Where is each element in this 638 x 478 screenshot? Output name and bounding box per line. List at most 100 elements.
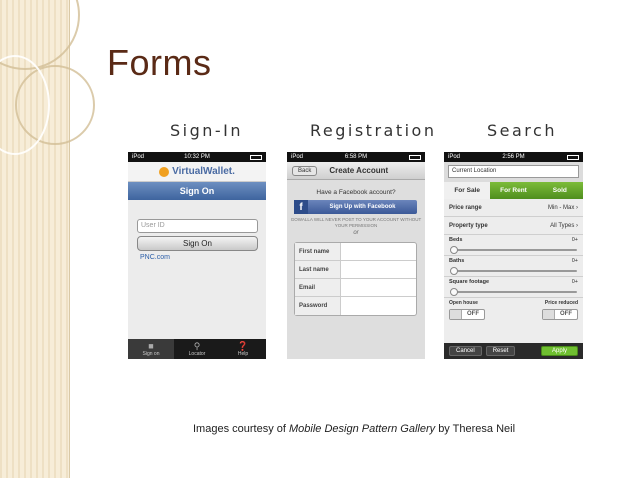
form-row-first-name: First name — [295, 243, 416, 261]
reset-button[interactable]: Reset — [485, 346, 516, 356]
nav-title: Create Account — [329, 166, 389, 175]
slider-knob[interactable] — [450, 288, 458, 296]
facebook-icon: f — [294, 200, 308, 214]
property-type-row[interactable]: Property type All Types › — [444, 217, 583, 235]
location-bar: Current Location — [444, 162, 583, 182]
toggle-row: Open house Price reduced OFF OFF — [444, 298, 583, 322]
last-name-input[interactable] — [341, 261, 416, 278]
or-divider: or — [353, 230, 359, 236]
price-reduced-toggle[interactable]: OFF — [542, 309, 578, 320]
row-label: Property type — [449, 222, 488, 229]
battery-icon — [409, 154, 421, 160]
nav-title: Sign On — [179, 186, 215, 196]
first-name-input[interactable] — [341, 243, 416, 260]
slider-value: 0+ — [571, 258, 578, 264]
carrier-label: iPod — [291, 154, 304, 160]
row-label: Price range — [449, 204, 482, 211]
row-value: Min - Max › — [547, 204, 578, 211]
segment-for-sale[interactable]: For Sale — [444, 182, 491, 199]
slider-track[interactable] — [452, 270, 577, 272]
battery-icon — [567, 154, 579, 160]
help-icon: ❓ — [237, 341, 249, 351]
status-bar: iPod 6:58 PM — [287, 152, 425, 162]
battery-icon — [249, 154, 262, 160]
clock-label: 10:32 PM — [184, 154, 210, 160]
chevron-right-icon: › — [576, 222, 578, 229]
brand-logo-icon — [159, 166, 170, 177]
slider-label: Baths — [449, 258, 465, 264]
segment-sold[interactable]: Sold — [537, 182, 583, 199]
email-input[interactable] — [341, 279, 416, 296]
user-id-input[interactable]: User ID — [137, 219, 258, 233]
search-screenshot: iPod 2:56 PM Current Location For Sale F… — [444, 152, 583, 359]
toggle-knob — [450, 310, 462, 319]
segment-for-rent[interactable]: For Rent — [490, 182, 536, 199]
tab-help[interactable]: ❓ Help — [220, 339, 266, 359]
pnc-link[interactable]: PNC.com — [140, 254, 266, 261]
section-label-signin: Sign-In — [170, 121, 244, 140]
cancel-button[interactable]: Cancel — [449, 346, 482, 356]
price-range-row[interactable]: Price range Min - Max › — [444, 199, 583, 217]
image-credit: Images courtesy of Mobile Design Pattern… — [193, 423, 515, 435]
signin-screenshot: iPod 10:32 PM VirtualWallet. Sign On Use… — [128, 152, 266, 359]
registration-form: First name Last name Email Password — [294, 242, 417, 316]
field-label: Password — [295, 297, 341, 315]
form-row-last-name: Last name — [295, 261, 416, 279]
field-label: Email — [295, 279, 341, 296]
toggle-state: OFF — [467, 311, 479, 317]
apply-button[interactable]: Apply — [540, 346, 578, 356]
carrier-label: iPod — [448, 154, 461, 160]
form-row-password: Password — [295, 297, 416, 315]
credit-suffix: by Theresa Neil — [438, 423, 516, 435]
slider-track[interactable] — [452, 249, 577, 251]
field-label: Last name — [295, 261, 341, 278]
form-row-email: Email — [295, 279, 416, 297]
facebook-button-label: Sign Up with Facebook — [329, 204, 396, 210]
status-bar: iPod 10:32 PM — [128, 152, 266, 162]
tab-label: Sign on — [142, 351, 160, 357]
magnifier-icon: ⚲ — [193, 341, 201, 351]
toggle-knob — [543, 310, 555, 319]
credit-prefix: Images courtesy of — [193, 423, 286, 435]
clock-label: 2:56 PM — [502, 154, 525, 160]
open-house-toggle[interactable]: OFF — [449, 309, 485, 320]
facebook-question: Have a Facebook account? — [316, 189, 396, 196]
password-input[interactable] — [341, 297, 416, 315]
tab-locator[interactable]: ⚲ Locator — [174, 339, 220, 359]
permission-note: GOWALLA WILL NEVER POST TO YOUR ACCOUNT … — [290, 217, 422, 228]
back-button[interactable]: Back — [292, 165, 318, 176]
location-input[interactable]: Current Location — [448, 165, 579, 178]
registration-screenshot: iPod 6:58 PM Back Create Account Have a … — [287, 152, 425, 359]
slider-track[interactable] — [452, 291, 577, 293]
section-label-registration: Registration — [310, 121, 437, 140]
tab-bar: ■ Sign on ⚲ Locator ❓ Help — [128, 339, 266, 359]
nav-bar: Sign On — [128, 182, 266, 200]
credit-source: Mobile Design Pattern Gallery — [289, 423, 436, 435]
section-label-search: Search — [487, 121, 557, 140]
slider-knob[interactable] — [450, 246, 458, 254]
nav-bar: Back Create Account — [287, 162, 425, 180]
slide-title: Forms — [107, 42, 212, 83]
square-footage-slider-row: Square footage 0+ — [444, 277, 583, 298]
brand-name: VirtualWallet. — [172, 166, 235, 177]
tab-sign-on[interactable]: ■ Sign on — [128, 339, 174, 359]
field-label: First name — [295, 243, 341, 260]
action-bar: Cancel Reset Apply — [444, 343, 583, 359]
baths-slider-row: Baths 0+ — [444, 256, 583, 277]
slider-label: Square footage — [449, 279, 490, 285]
status-bar: iPod 2:56 PM — [444, 152, 583, 162]
carrier-label: iPod — [132, 154, 145, 160]
slider-value: 0+ — [571, 279, 578, 285]
lock-icon: ■ — [148, 341, 154, 351]
sign-on-button[interactable]: Sign On — [137, 236, 258, 251]
tab-label: Locator — [188, 351, 206, 357]
tab-label: Help — [237, 351, 249, 357]
slider-knob[interactable] — [450, 267, 458, 275]
facebook-signup-button[interactable]: f Sign Up with Facebook — [294, 200, 417, 214]
chevron-right-icon: › — [576, 204, 578, 211]
listing-type-segmented-control: For Sale For Rent Sold — [444, 182, 583, 199]
toggle-state: OFF — [560, 311, 572, 317]
row-value: All Types › — [550, 222, 578, 229]
clock-label: 6:58 PM — [344, 154, 368, 160]
slider-label: Beds — [449, 237, 463, 243]
